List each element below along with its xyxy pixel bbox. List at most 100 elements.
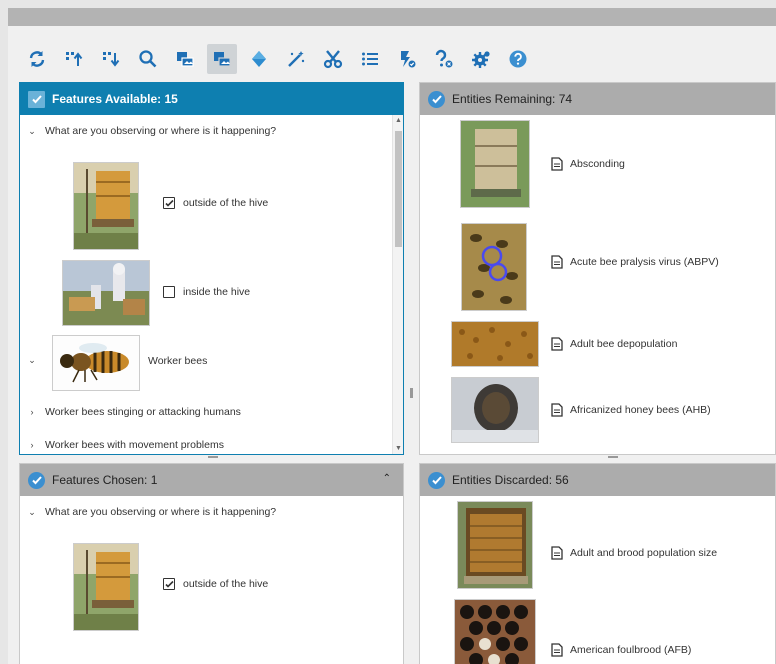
entity-label: Africanized honey bees (AHB): [570, 404, 711, 416]
entities-discarded-header[interactable]: Entities Discarded: 56: [420, 464, 775, 496]
vertical-scrollbar[interactable]: ▲ ▼: [392, 115, 403, 454]
checkbox-unchecked-icon[interactable]: [163, 286, 175, 298]
worker-bees-row[interactable]: ⌄: [26, 355, 45, 366]
option-inside-hive[interactable]: inside the hive: [163, 286, 250, 298]
entity-label: American foulbrood (AFB): [570, 644, 692, 656]
chosen-option-outside-hive[interactable]: outside of the hive: [163, 578, 268, 590]
question-text: What are you observing or where is it ha…: [45, 125, 277, 137]
entity-abpv[interactable]: Acute bee pralysis virus (ABPV): [551, 255, 719, 269]
features-chosen-header[interactable]: Features Chosen: 1 ⌃: [20, 464, 403, 496]
brood-population-image[interactable]: [457, 501, 533, 589]
checkbox-checked-icon[interactable]: [163, 578, 175, 590]
diamond-button[interactable]: [244, 44, 274, 74]
entity-brood-population[interactable]: Adult and brood population size: [551, 546, 717, 560]
list-icon: [362, 52, 378, 66]
entity-label: Adult bee depopulation: [570, 338, 678, 350]
document-icon[interactable]: [551, 255, 563, 269]
entity-american-foulbrood[interactable]: American foulbrood (AFB): [551, 643, 691, 657]
document-icon[interactable]: [551, 403, 563, 417]
entities-discarded-panel: Entities Discarded: 56 Adult and brood p…: [419, 463, 776, 664]
option-outside-hive[interactable]: outside of the hive: [163, 197, 268, 209]
search-button[interactable]: [133, 44, 163, 74]
document-icon[interactable]: [551, 643, 563, 657]
question-remove-icon: [435, 49, 453, 68]
worker-bees-label-row[interactable]: Worker bees: [148, 355, 207, 367]
worker-bee-image[interactable]: [52, 335, 140, 391]
toolbar: [8, 38, 776, 80]
sub-item-stinging[interactable]: › Worker bees stinging or attacking huma…: [26, 406, 241, 418]
settings-gear-icon: [472, 51, 490, 68]
checkbox-checked-icon[interactable]: [163, 197, 175, 209]
chevron-down-icon[interactable]: ⌄: [26, 507, 38, 518]
hive-outside-image[interactable]: [73, 162, 139, 250]
sort-down-button[interactable]: [96, 44, 126, 74]
entities-remaining-panel: Entities Remaining: 74 Absconding Acute …: [419, 82, 776, 455]
question-remove-button[interactable]: [429, 44, 459, 74]
hive-inside-image[interactable]: [62, 260, 150, 326]
sub-item-label: Worker bees stinging or attacking humans: [45, 406, 241, 418]
ahb-image[interactable]: [451, 377, 539, 443]
features-chosen-title: Features Chosen: 1: [52, 473, 158, 487]
document-icon[interactable]: [551, 546, 563, 560]
entity-label: Adult and brood population size: [570, 547, 718, 559]
features-available-header[interactable]: Features Available: 15: [20, 83, 403, 115]
sort-up-button[interactable]: [59, 44, 89, 74]
flash-check-button[interactable]: [392, 44, 422, 74]
image-toggle-button[interactable]: [170, 44, 200, 74]
scrollbar-thumb[interactable]: [395, 131, 402, 247]
abpv-image[interactable]: [461, 223, 527, 311]
list-button[interactable]: [355, 44, 385, 74]
absconding-image[interactable]: [460, 120, 530, 208]
magic-wand-icon: [288, 51, 305, 67]
refresh-icon: [29, 51, 45, 67]
group-label: Worker bees: [148, 355, 208, 367]
flash-check-icon: [401, 51, 416, 68]
image-toggle-icon: [177, 52, 194, 67]
entity-label: Absconding: [570, 158, 625, 170]
sub-item-movement[interactable]: › Worker bees with movement problems: [26, 439, 224, 451]
features-available-title: Features Available: 15: [52, 92, 178, 106]
vertical-splitter-handle[interactable]: [410, 388, 413, 398]
sort-up-icon: [66, 52, 83, 66]
chevron-down-icon[interactable]: ⌄: [26, 355, 38, 366]
horizontal-splitter-handle-right[interactable]: [608, 456, 618, 458]
checkbox-icon[interactable]: [28, 471, 45, 489]
sub-item-label: Worker bees with movement problems: [45, 439, 224, 451]
sort-down-icon: [103, 52, 120, 67]
adult-bee-depopulation-image[interactable]: [451, 321, 539, 367]
american-foulbrood-image[interactable]: [454, 599, 536, 664]
entity-adult-bee-depopulation[interactable]: Adult bee depopulation: [551, 337, 677, 351]
magic-wand-button[interactable]: [281, 44, 311, 74]
document-icon[interactable]: [551, 337, 563, 351]
chevron-right-icon[interactable]: ›: [26, 440, 38, 450]
horizontal-splitter-handle[interactable]: [208, 456, 218, 458]
entities-remaining-header[interactable]: Entities Remaining: 74: [420, 83, 775, 115]
scroll-up-icon[interactable]: ▲: [395, 117, 402, 124]
option-label: outside of the hive: [183, 197, 269, 209]
scissors-icon: [323, 50, 343, 69]
settings-button[interactable]: [466, 44, 496, 74]
image-toggle-active-icon: [214, 52, 231, 67]
scissors-button[interactable]: [318, 44, 348, 74]
title-bar: [8, 8, 776, 26]
entity-ahb[interactable]: Africanized honey bees (AHB): [551, 403, 711, 417]
entity-label: Acute bee pralysis virus (ABPV): [570, 256, 719, 268]
checkbox-icon[interactable]: [28, 90, 45, 108]
question-row[interactable]: ⌄ What are you observing or where is it …: [26, 125, 276, 137]
chevron-right-icon[interactable]: ›: [26, 407, 38, 417]
help-button[interactable]: [503, 44, 533, 74]
checkbox-icon[interactable]: [428, 471, 445, 489]
chevron-down-icon[interactable]: ⌄: [26, 126, 38, 137]
document-icon[interactable]: [551, 157, 563, 171]
checkbox-icon[interactable]: [428, 90, 445, 108]
scroll-down-icon[interactable]: ▼: [395, 445, 402, 452]
hive-outside-image[interactable]: [73, 543, 139, 631]
question-row[interactable]: ⌄ What are you observing or where is it …: [26, 506, 276, 518]
option-label: inside the hive: [183, 286, 251, 298]
refresh-button[interactable]: [22, 44, 52, 74]
entity-absconding[interactable]: Absconding: [551, 157, 625, 171]
features-chosen-panel: Features Chosen: 1 ⌃ ⌄ What are you obse…: [19, 463, 404, 664]
chevron-up-icon[interactable]: ⌃: [383, 473, 391, 484]
app-frame: Features Available: 15 ⌄ What are you ob…: [8, 8, 776, 664]
image-toggle-active-button[interactable]: [207, 44, 237, 74]
